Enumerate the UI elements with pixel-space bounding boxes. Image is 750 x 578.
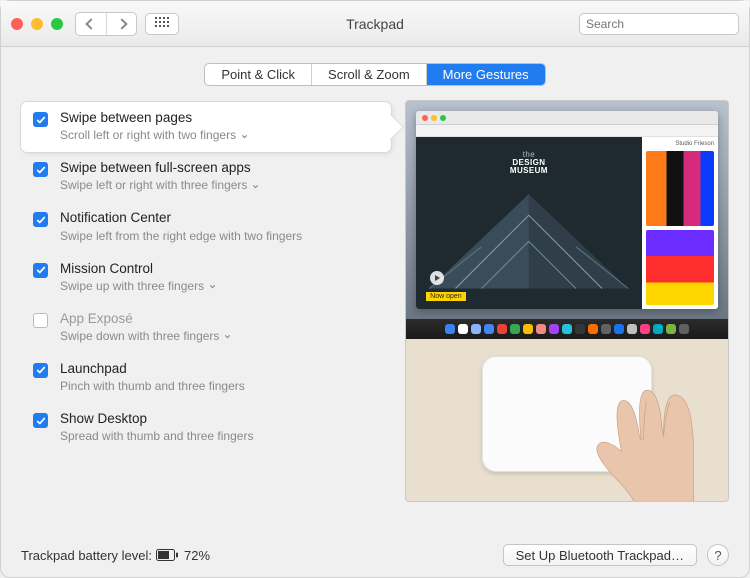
dock-app-icon [549, 324, 559, 334]
minimize-window-button[interactable] [31, 18, 43, 30]
preview-hero-image [424, 189, 633, 304]
dock-app-icon [614, 324, 624, 334]
dock-app-icon [588, 324, 598, 334]
dock-app-icon [640, 324, 650, 334]
hand-graphic [576, 365, 729, 502]
preview-sidebar-label: Studio Frieson [646, 141, 714, 147]
zoom-window-button[interactable] [51, 18, 63, 30]
dock-app-icon [484, 324, 494, 334]
gesture-subtitle[interactable]: Swipe up with three fingers [60, 279, 381, 293]
preview-site-logo: the DESIGN MUSEUM [416, 151, 642, 175]
preview-thumb-1 [646, 151, 714, 226]
gesture-title: Mission Control [60, 261, 381, 277]
help-button[interactable]: ? [707, 544, 729, 566]
gesture-title: Launchpad [60, 361, 381, 377]
back-button[interactable] [76, 13, 106, 35]
gesture-subtitle[interactable]: Swipe left or right with three fingers [60, 178, 381, 192]
footer: Trackpad battery level: 72% Set Up Bluet… [1, 533, 749, 577]
preview-banner: Now open [426, 292, 466, 301]
chevron-left-icon [85, 18, 96, 29]
preview-browser-titlebar [416, 111, 718, 125]
preview-browser-window: the DESIGN MUSEUM Now open [416, 111, 718, 309]
dock-app-icon [575, 324, 585, 334]
gesture-title: Show Desktop [60, 411, 381, 427]
gesture-options-list: Swipe between pages Scroll left or right … [21, 100, 391, 533]
dock-app-icon [445, 324, 455, 334]
battery-label: Trackpad battery level: [21, 548, 152, 563]
gesture-option-row[interactable]: Swipe between full-screen apps Swipe left… [21, 152, 391, 202]
setup-bluetooth-trackpad-button[interactable]: Set Up Bluetooth Trackpad… [503, 544, 697, 566]
gesture-subtitle: Swipe left from the right edge with two … [60, 229, 381, 243]
preview-trackpad-area [406, 339, 728, 501]
close-window-button[interactable] [11, 18, 23, 30]
dock-app-icon [562, 324, 572, 334]
gesture-title: Swipe between full-screen apps [60, 160, 381, 176]
gesture-option-row[interactable]: Swipe between pages Scroll left or right … [21, 102, 391, 152]
dock-app-icon [523, 324, 533, 334]
forward-button[interactable] [106, 13, 136, 35]
gesture-preview: the DESIGN MUSEUM Now open [405, 100, 729, 502]
gesture-checkbox[interactable] [33, 313, 48, 328]
gesture-subtitle: Spread with thumb and three fingers [60, 429, 381, 443]
preview-dock [406, 319, 728, 339]
gesture-title: Notification Center [60, 210, 381, 226]
gesture-option-row[interactable]: Notification Center Swipe left from the r… [21, 202, 391, 252]
dock-app-icon [627, 324, 637, 334]
gesture-subtitle[interactable]: Swipe down with three fingers [60, 329, 381, 343]
titlebar: Trackpad [1, 1, 749, 47]
gesture-subtitle: Pinch with thumb and three fingers [60, 379, 381, 393]
gesture-option-row[interactable]: Launchpad Pinch with thumb and three fing… [21, 353, 391, 403]
dock-app-icon [679, 324, 689, 334]
tab-point-and-click[interactable]: Point & Click [205, 64, 311, 85]
gesture-option-row[interactable]: Show Desktop Spread with thumb and three … [21, 403, 391, 453]
preview-thumb-2 [646, 230, 714, 305]
preview-browser-toolbar [416, 125, 718, 137]
grid-icon [155, 17, 169, 31]
tab-scroll-and-zoom[interactable]: Scroll & Zoom [311, 64, 426, 85]
chevron-down-icon [223, 329, 232, 343]
gesture-checkbox[interactable] [33, 212, 48, 227]
dock-app-icon [458, 324, 468, 334]
show-all-button[interactable] [145, 13, 179, 35]
preview-page-sidebar: Studio Frieson [642, 137, 718, 309]
search-input[interactable] [586, 17, 741, 31]
gesture-checkbox[interactable] [33, 363, 48, 378]
dock-app-icon [653, 324, 663, 334]
gesture-checkbox[interactable] [33, 263, 48, 278]
dock-app-icon [536, 324, 546, 334]
preview-page-main: the DESIGN MUSEUM Now open [416, 137, 642, 309]
chevron-down-icon [240, 128, 249, 142]
chevron-down-icon [251, 178, 260, 192]
chevron-right-icon [116, 18, 127, 29]
search-field[interactable] [579, 13, 739, 35]
tab-segmented-control: Point & Click Scroll & Zoom More Gesture… [204, 63, 545, 86]
dock-app-icon [666, 324, 676, 334]
battery-percent: 72% [184, 548, 210, 563]
tab-more-gestures[interactable]: More Gestures [426, 64, 545, 85]
gesture-subtitle[interactable]: Scroll left or right with two fingers [60, 128, 381, 142]
gesture-title: Swipe between pages [60, 110, 381, 126]
main-content: Swipe between pages Scroll left or right … [1, 100, 749, 533]
dock-app-icon [510, 324, 520, 334]
gesture-checkbox[interactable] [33, 162, 48, 177]
gesture-option-row[interactable]: App Exposé Swipe down with three fingers [21, 303, 391, 353]
gesture-title: App Exposé [60, 311, 381, 327]
gesture-option-row[interactable]: Mission Control Swipe up with three finge… [21, 253, 391, 303]
dock-app-icon [601, 324, 611, 334]
nav-buttons [75, 12, 137, 36]
chevron-down-icon [208, 279, 217, 293]
dock-app-icon [471, 324, 481, 334]
battery-icon [156, 549, 178, 561]
gesture-checkbox[interactable] [33, 413, 48, 428]
preview-desktop: the DESIGN MUSEUM Now open [406, 101, 728, 319]
tab-row: Point & Click Scroll & Zoom More Gesture… [1, 47, 749, 100]
window-controls [11, 18, 63, 30]
gesture-checkbox[interactable] [33, 112, 48, 127]
dock-app-icon [497, 324, 507, 334]
